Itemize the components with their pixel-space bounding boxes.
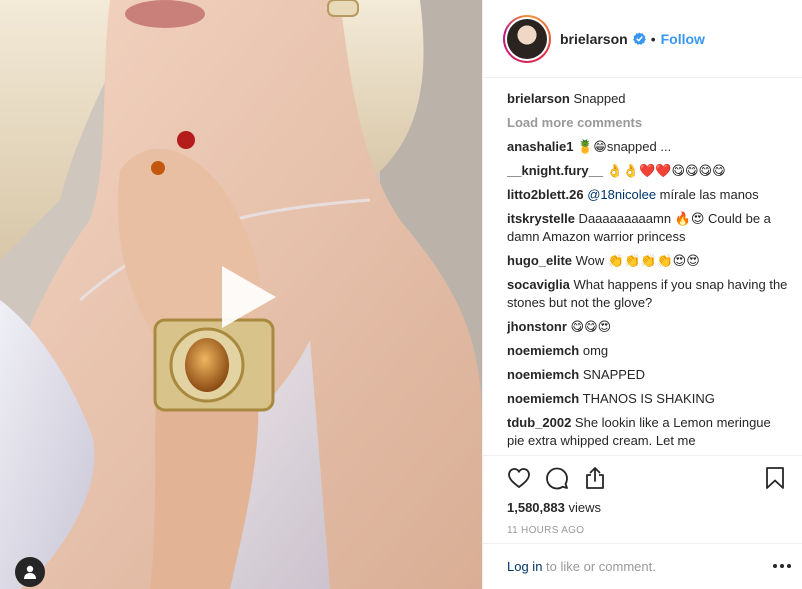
heart-icon[interactable] xyxy=(507,466,531,490)
views-count: 1,580,883 views xyxy=(507,500,601,515)
comment-author[interactable]: tdub_2002 xyxy=(507,415,571,430)
comment-author[interactable]: noemiemch xyxy=(507,343,579,358)
login-bar: Log in to like or comment. xyxy=(483,543,802,589)
comment-item: __knight.fury__ 👌👌❤️❤️😋😋😋😋 xyxy=(507,162,789,180)
comment-author[interactable]: noemiemch xyxy=(507,367,579,382)
comment-text: THANOS IS SHAKING xyxy=(579,391,715,406)
action-bar xyxy=(507,466,607,490)
comment-icon[interactable] xyxy=(545,466,569,490)
post-header: brielarson • Follow xyxy=(483,0,802,78)
comment-text: mírale las manos xyxy=(656,187,759,202)
load-more-comments-button[interactable]: Load more comments xyxy=(507,114,789,132)
post-video[interactable] xyxy=(0,0,482,589)
user-tag-icon xyxy=(24,565,36,579)
comment-item: noemiemch SNAPPED xyxy=(507,366,789,384)
post-timestamp[interactable]: 11 HOURS AGO xyxy=(507,525,584,536)
play-button[interactable] xyxy=(212,262,282,332)
comment-item: anashalie1 🍍😁snapped ... xyxy=(507,138,789,156)
login-prompt: Log in to like or comment. xyxy=(507,559,656,574)
share-icon[interactable] xyxy=(583,466,607,490)
comment-item: tdub_2002 She lookin like a Lemon mering… xyxy=(507,414,789,450)
more-options-icon[interactable] xyxy=(773,558,791,574)
author-username[interactable]: brielarson xyxy=(560,31,628,47)
caption: brielarson Snapped xyxy=(507,90,789,108)
play-icon xyxy=(222,266,276,328)
separator-dot: • xyxy=(650,30,656,47)
comment-author[interactable]: __knight.fury__ xyxy=(507,163,603,178)
avatar-image xyxy=(507,18,547,59)
comment-text: omg xyxy=(579,343,609,358)
comment-item: jhonstonr 😋😋😍 xyxy=(507,318,789,336)
post-details-panel: brielarson • Follow brielarson Snapped L… xyxy=(482,0,802,589)
comment-author[interactable]: hugo_elite xyxy=(507,253,572,268)
comment-author[interactable]: itskrystelle xyxy=(507,211,575,226)
verified-badge-icon xyxy=(632,32,646,45)
comment-item: socaviglia What happens if you snap havi… xyxy=(507,276,789,312)
post-actions-section: 1,580,883 views 11 HOURS AGO Log in to l… xyxy=(483,455,802,589)
comment-text: 👌👌❤️❤️😋😋😋😋 xyxy=(603,163,726,178)
bookmark-icon[interactable] xyxy=(763,466,787,490)
caption-text: Snapped xyxy=(573,91,626,106)
author-avatar[interactable] xyxy=(503,14,551,63)
comment-text: SNAPPED xyxy=(579,367,645,382)
comment-text: Wow 👏👏👏👏😍😍 xyxy=(572,253,700,268)
views-number: 1,580,883 xyxy=(507,500,565,515)
comment-item: itskrystelle Daaaaaaaaamn 🔥😍 Could be a … xyxy=(507,210,789,246)
comment-item: litto2blett.26 @18nicolee mírale las man… xyxy=(507,186,789,204)
tagged-users-button[interactable] xyxy=(15,557,45,587)
login-link[interactable]: Log in xyxy=(507,559,542,574)
comment-author[interactable]: jhonstonr xyxy=(507,319,567,334)
comment-item: noemiemch THANOS IS SHAKING xyxy=(507,390,789,408)
comment-author[interactable]: anashalie1 xyxy=(507,139,574,154)
follow-button[interactable]: Follow xyxy=(661,31,705,47)
comment-author[interactable]: noemiemch xyxy=(507,391,579,406)
comment-text: 😋😋😍 xyxy=(566,319,612,334)
comment-author[interactable]: socaviglia xyxy=(507,277,570,292)
comment-text: 🍍😁snapped ... xyxy=(573,139,672,154)
comment-mention[interactable]: @18nicolee xyxy=(587,187,656,202)
comments-list[interactable]: brielarson Snapped Load more comments an… xyxy=(507,90,789,455)
comment-item: noemiemch omg xyxy=(507,342,789,360)
comment-author[interactable]: litto2blett.26 xyxy=(507,187,584,202)
comment-item: hugo_elite Wow 👏👏👏👏😍😍 xyxy=(507,252,789,270)
views-label: views xyxy=(564,500,601,515)
login-prompt-text: to like or comment. xyxy=(542,559,656,574)
caption-author[interactable]: brielarson xyxy=(507,91,570,106)
